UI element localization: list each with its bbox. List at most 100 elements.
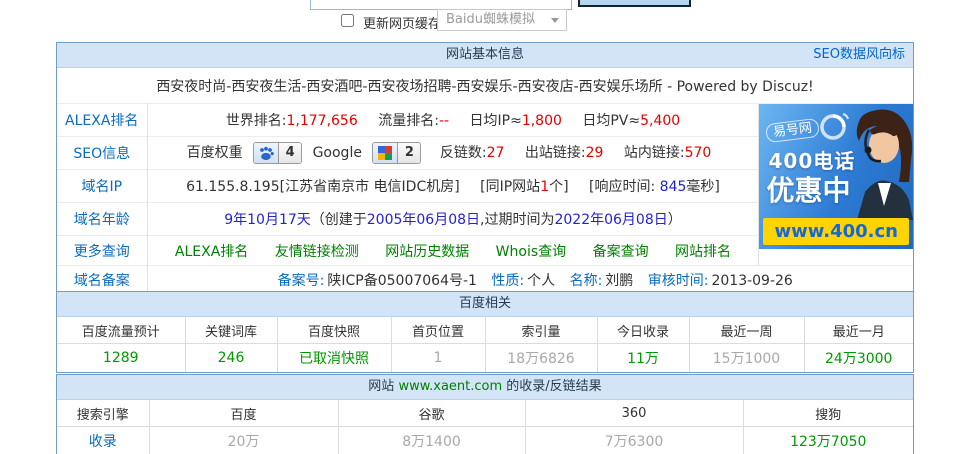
collect-panel-header: 网站 www.xaent.com 的收录/反链结果	[57, 375, 913, 400]
row-label-beian: 域名备案	[57, 265, 148, 294]
google-included-value: 8万1400	[337, 426, 526, 454]
inlink-value: 570	[684, 145, 712, 161]
page: 更新网页缓存 Baidu蜘蛛模拟 网站基本信息 SEO数据风向标 西安夜时尚-西…	[0, 0, 971, 454]
col-header-index-volume: 索引量	[484, 317, 598, 344]
link-whois[interactable]: Whois查询	[496, 244, 566, 260]
outlink-label: 出站链接:	[524, 145, 586, 161]
outlink-value: 29	[585, 145, 604, 161]
inlink-label: 站内链接:	[623, 145, 685, 161]
google-pr-label: Google	[312, 145, 362, 161]
col-header-last-week: 最近一周	[688, 317, 805, 344]
same-ip-count: 1	[540, 179, 550, 195]
last-week-value: 15万1000	[688, 343, 805, 372]
row-label-more: 更多查询	[57, 235, 148, 266]
backlink-label: 反链数:	[439, 145, 487, 161]
link-site-rank[interactable]: 网站排名	[675, 244, 731, 260]
daily-ip-value: 1,800	[521, 113, 562, 129]
beian-audit-date: 2013-09-26	[711, 273, 793, 289]
ad-banner[interactable]: 易号网 400电话 优惠中 www.400.cn	[759, 104, 913, 249]
google-rank-value: 2	[397, 143, 421, 163]
google-icon	[373, 143, 398, 163]
col-header-360: 360	[524, 400, 744, 427]
baidu-rank-badge[interactable]: 4	[253, 142, 303, 164]
baidu-panel-header: 百度相关	[57, 292, 913, 317]
traffic-rank-value: --	[438, 113, 450, 129]
response-time-suffix: 毫秒]	[686, 179, 720, 195]
snapshot-value[interactable]: 已取消快照	[276, 343, 392, 372]
col-header-traffic-estimate: 百度流量预计	[57, 317, 186, 344]
same-ip-suffix: 个]	[549, 179, 569, 195]
world-rank-label: 世界排名:	[225, 113, 287, 129]
baidu-paw-icon	[254, 143, 279, 163]
index-volume-value: 18万6826	[484, 343, 598, 372]
row-label-included: 收录	[57, 426, 150, 454]
daily-pv-label: 日均PV≈	[582, 113, 641, 129]
traffic-estimate-value[interactable]: 1289	[57, 343, 186, 372]
created-prefix: （创建于	[310, 212, 367, 228]
beian-audit-label: 审核时间:	[647, 273, 709, 289]
row-label-age: 域名年龄	[57, 202, 148, 236]
ad-brand: 易号网	[765, 117, 821, 144]
google-rank-badge[interactable]: 2	[372, 142, 422, 164]
col-header-sogou: 搜狗	[742, 400, 913, 427]
col-header-last-month: 最近一月	[803, 317, 913, 344]
age-suffix: ）	[667, 212, 682, 228]
baidu-panel: 百度相关 百度流量预计 关键词库 百度快照 首页位置 索引量 今日收录 最近一周…	[56, 291, 914, 373]
360-included-value: 7万6300	[524, 426, 744, 454]
domain-age-value: 9年10月17天	[224, 212, 311, 228]
panel-title: 网站基本信息	[445, 47, 524, 62]
link-friend-link-check[interactable]: 友情链接检测	[275, 244, 359, 260]
today-included-value[interactable]: 11万	[596, 343, 690, 372]
col-header-snapshot: 百度快照	[276, 317, 392, 344]
beian-nature-label: 性质:	[491, 273, 525, 289]
row-label-alexa: ALEXA排名	[57, 103, 148, 137]
baidu-included-value: 20万	[148, 426, 339, 454]
panel-title: 百度相关	[458, 296, 511, 311]
update-cache-checkbox[interactable]	[341, 14, 354, 27]
baidu-weight-label: 百度权重	[186, 145, 243, 161]
home-position-value: 1	[390, 343, 486, 372]
collect-domain: www.xaent.com	[398, 379, 503, 394]
beian-values: 备案号: 陕ICP备05007064号-1 性质: 个人 名称: 刘鹏 审核时间: 20…	[147, 265, 913, 294]
daily-pv-value: 5,400	[640, 113, 681, 129]
ad-cell: 易号网 400电话 优惠中 www.400.cn	[758, 103, 913, 266]
more-links: ALEXA排名 友情链接检测 网站历史数据 Whois查询 备案查询 网站排名	[147, 235, 759, 266]
seo-vane-link[interactable]: SEO数据风向标	[813, 43, 905, 67]
last-month-value[interactable]: 24万3000	[803, 343, 913, 372]
chevron-down-icon	[551, 18, 559, 23]
beian-nature: 个人	[527, 273, 556, 289]
collect-panel: 网站 www.xaent.com 的收录/反链结果 搜索引擎 百度 谷歌 360…	[56, 374, 914, 454]
ad-line2: 优惠中	[766, 174, 851, 207]
query-button[interactable]	[578, 0, 691, 7]
ad-logo-icon	[820, 113, 850, 140]
col-header-home-position: 首页位置	[390, 317, 486, 344]
basic-info-header: 网站基本信息 SEO数据风向标	[57, 43, 913, 68]
link-alexa-rank[interactable]: ALEXA排名	[175, 244, 248, 260]
beian-number: 陕ICP备05007064号-1	[327, 273, 477, 289]
daily-ip-label: 日均IP≈	[469, 113, 522, 129]
link-beian-query[interactable]: 备案查询	[593, 244, 649, 260]
world-rank-value: 1,177,656	[286, 113, 358, 129]
response-time-prefix: [响应时间:	[589, 179, 660, 195]
link-site-history[interactable]: 网站历史数据	[385, 244, 469, 260]
row-label-seo: SEO信息	[57, 136, 148, 170]
beian-name-label: 名称:	[569, 273, 603, 289]
spider-select[interactable]: Baidu蜘蛛模拟	[437, 9, 567, 31]
ad-url: www.400.cn	[763, 218, 909, 245]
col-header-today-included: 今日收录	[596, 317, 690, 344]
baidu-rank-value: 4	[278, 143, 302, 163]
beian-number-label: 备案号:	[277, 273, 325, 289]
spider-select-value: Baidu蜘蛛模拟	[446, 12, 535, 27]
ip-values: 61.155.8.195[江苏省南京市 电信IDC机房] [同IP网站1个] […	[147, 169, 759, 203]
created-date: 2005年06月08日	[366, 212, 481, 228]
update-cache-label: 更新网页缓存	[363, 17, 442, 32]
keyword-count-value[interactable]: 246	[184, 343, 278, 372]
collect-header-suffix: 的收录/反链结果	[502, 379, 602, 394]
row-label-ip: 域名IP	[57, 169, 148, 203]
col-header-search-engine: 搜索引擎	[57, 400, 150, 427]
expire-prefix: ,过期时间为	[480, 212, 555, 228]
collect-header-prefix: 网站	[368, 379, 399, 394]
sogou-included-value[interactable]: 123万7050	[742, 426, 913, 454]
seo-values: 百度权重 4 Google 2 反链数:27 出站链接:29 站内链接:570	[147, 136, 759, 170]
alexa-values: 世界排名:1,177,656 流量排名:-- 日均IP≈1,800 日均PV≈5…	[147, 103, 759, 137]
